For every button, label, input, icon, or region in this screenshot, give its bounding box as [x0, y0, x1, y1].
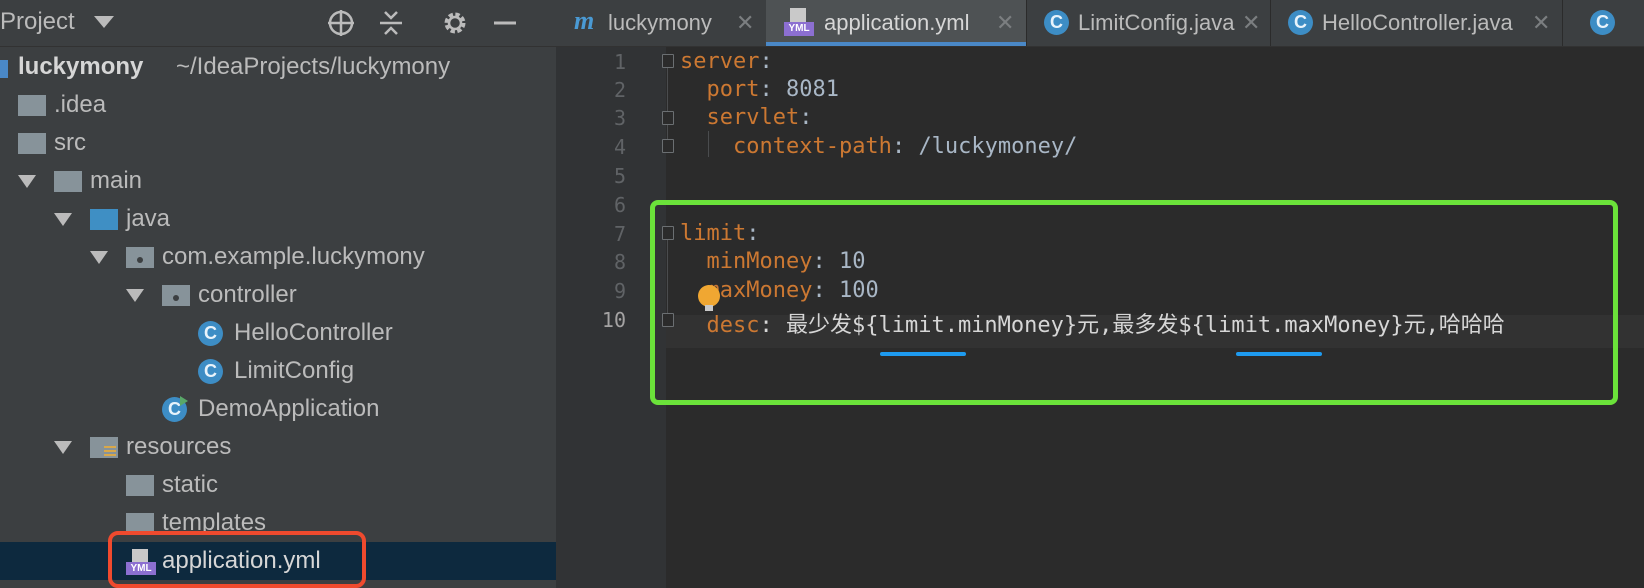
- yaml-value: 8081: [785, 77, 839, 102]
- resources-folder-icon: [90, 437, 118, 458]
- expand-arrow-icon[interactable]: [18, 175, 36, 188]
- expand-arrow-icon[interactable]: [54, 441, 72, 454]
- class-icon: C: [1044, 10, 1069, 35]
- fold-icon[interactable]: [662, 54, 674, 68]
- project-panel-header: Project: [0, 0, 556, 47]
- highlight-box: [650, 200, 1618, 405]
- close-icon[interactable]: ✕: [1242, 10, 1260, 36]
- code-line-1: server:: [680, 49, 773, 74]
- expand-arrow-icon[interactable]: [126, 289, 144, 302]
- yaml-key: context-path: [732, 134, 892, 159]
- fold-icon[interactable]: [662, 139, 674, 153]
- tree-item-static[interactable]: static: [0, 466, 556, 504]
- tree-item-label: resources: [126, 433, 232, 460]
- run-badge-icon: [180, 396, 188, 406]
- module-folder-icon: [0, 60, 8, 78]
- tab-label: application.yml: [824, 10, 970, 35]
- fold-icon[interactable]: [662, 111, 674, 125]
- hide-panel-icon[interactable]: [490, 8, 520, 38]
- line-number: 6: [613, 193, 626, 217]
- line-number: 1: [613, 50, 626, 74]
- underline-annotation: [880, 352, 966, 356]
- line-number: 4: [613, 135, 626, 159]
- tree-item-hellocontroller[interactable]: C HelloController: [0, 314, 556, 352]
- selection-highlight-box: [108, 531, 366, 588]
- tree-item-label: LimitConfig: [234, 357, 355, 384]
- tab-hellocontroller-java[interactable]: C HelloController.java ✕: [1270, 0, 1563, 46]
- source-folder-icon: [90, 209, 118, 230]
- expand-arrow-icon[interactable]: [90, 251, 108, 264]
- tree-item-resources[interactable]: resources: [0, 428, 556, 466]
- line-number: 9: [613, 279, 626, 303]
- line-number: 10: [601, 308, 626, 332]
- tree-item-main[interactable]: main: [0, 162, 556, 200]
- tree-item-label: controller: [198, 281, 297, 308]
- tab-limitconfig-java[interactable]: C LimitConfig.java ✕: [1026, 0, 1271, 46]
- fold-guide: [667, 65, 668, 145]
- tree-item-src[interactable]: src: [0, 124, 556, 162]
- line-number: 2: [613, 78, 626, 102]
- code-line-3: servlet:: [706, 105, 813, 130]
- tab-label: LimitConfig.java: [1078, 10, 1235, 35]
- chevron-down-icon[interactable]: [94, 16, 114, 28]
- tab-overflow[interactable]: C: [1562, 0, 1644, 46]
- expand-arrow-icon[interactable]: [54, 213, 72, 226]
- close-icon[interactable]: ✕: [1532, 10, 1550, 36]
- tree-item-demoapplication[interactable]: C DemoApplication: [0, 390, 556, 428]
- tree-item-label: main: [90, 167, 143, 194]
- yml-icon: YML: [784, 8, 814, 36]
- line-number: 3: [613, 106, 626, 130]
- gear-icon[interactable]: [440, 8, 470, 38]
- folder-icon: [126, 475, 154, 496]
- project-panel: Project luckymony ~/IdeaProjects/luckymo…: [0, 0, 556, 588]
- project-panel-title[interactable]: Project: [0, 8, 75, 36]
- line-number: 5: [613, 164, 626, 188]
- locate-icon[interactable]: [326, 8, 356, 38]
- tree-item-label: src: [54, 129, 86, 156]
- tab-label: luckymony: [608, 10, 712, 35]
- tree-item-java[interactable]: java: [0, 200, 556, 238]
- tree-item-label: java: [126, 205, 171, 232]
- class-icon: C: [1590, 10, 1615, 35]
- tree-item-label: .idea: [54, 91, 107, 118]
- tree-item-controller[interactable]: controller: [0, 276, 556, 314]
- package-icon: [162, 285, 190, 306]
- maven-icon: m: [574, 6, 595, 35]
- code-line-2: port: 8081: [706, 77, 839, 102]
- tab-application-yml[interactable]: YML application.yml ✕: [766, 0, 1027, 46]
- package-icon: [126, 247, 154, 268]
- close-icon[interactable]: ✕: [736, 10, 754, 36]
- tree-item-luckymony[interactable]: luckymony ~/IdeaProjects/luckymony: [0, 48, 556, 86]
- class-icon: C: [1288, 10, 1313, 35]
- module-path: ~/IdeaProjects/luckymony: [176, 53, 451, 80]
- line-number: 7: [613, 222, 626, 246]
- class-icon: C: [198, 321, 223, 346]
- tree-item-idea[interactable]: .idea: [0, 86, 556, 124]
- code-line-4: context-path: /luckymoney/: [732, 134, 1078, 159]
- tab-luckymony[interactable]: m luckymony ✕: [556, 0, 767, 46]
- editor-tab-bar: m luckymony ✕ YML application.yml ✕ C Li…: [556, 0, 1644, 47]
- tree-item-label: static: [162, 471, 219, 498]
- folder-icon: [54, 171, 82, 192]
- underline-annotation: [1236, 352, 1322, 356]
- tree-item-label: com.example.luckymony: [162, 243, 425, 270]
- yaml-key: servlet: [706, 105, 800, 130]
- yaml-key: port: [706, 77, 760, 102]
- yaml-value: /luckymoney/: [918, 134, 1078, 159]
- module-label: luckymony: [18, 53, 144, 80]
- tree-item-label: DemoApplication: [198, 395, 380, 422]
- collapse-all-icon[interactable]: [376, 8, 406, 38]
- close-icon[interactable]: ✕: [996, 10, 1014, 36]
- tab-label: HelloController.java: [1322, 10, 1513, 35]
- folder-icon: [18, 133, 46, 154]
- tree-item-limitconfig[interactable]: C LimitConfig: [0, 352, 556, 390]
- folder-icon: [18, 95, 46, 116]
- tree-item-package-root[interactable]: com.example.luckymony: [0, 238, 556, 276]
- tree-item-label: HelloController: [234, 319, 393, 346]
- class-icon: C: [198, 359, 223, 384]
- yaml-key: server: [680, 49, 760, 74]
- line-number: 8: [613, 250, 626, 274]
